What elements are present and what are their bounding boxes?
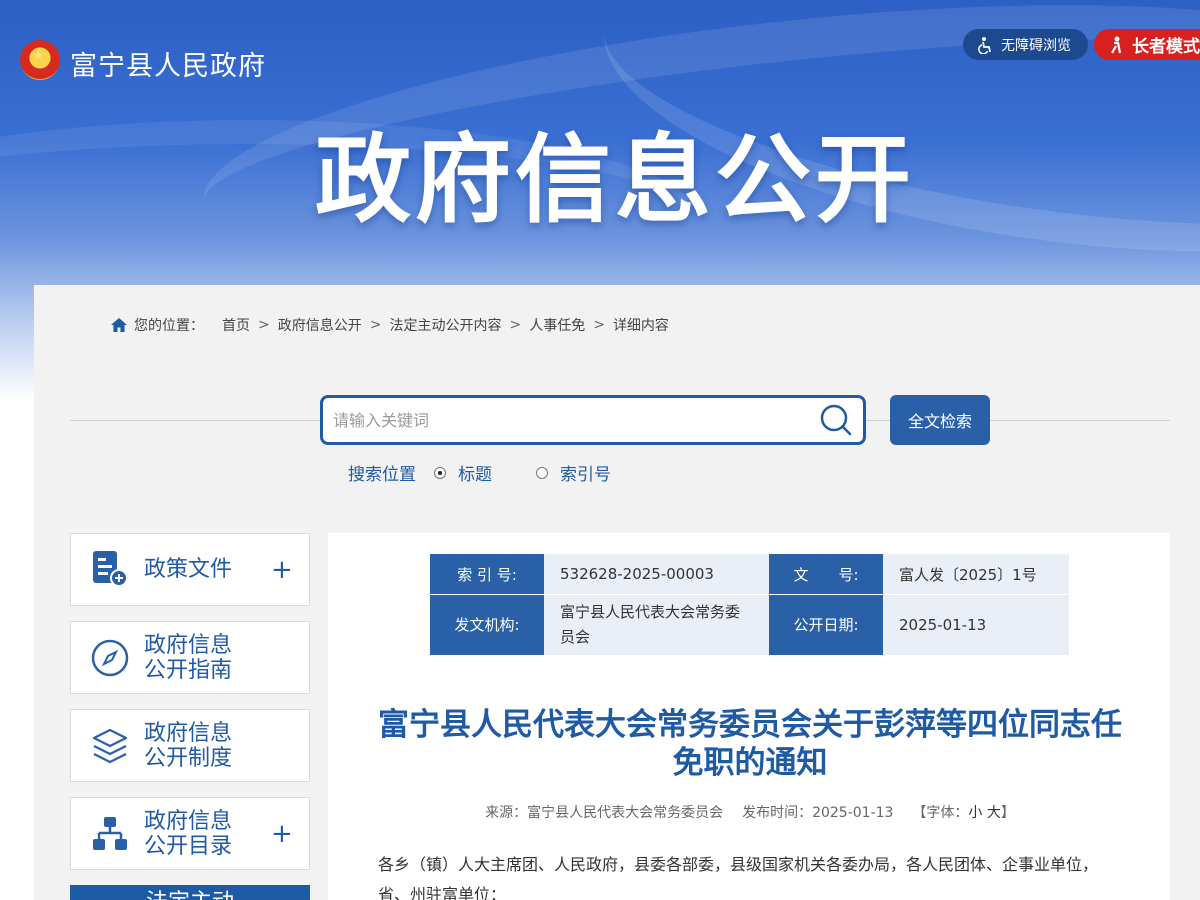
banner-title: 政府信息公开: [315, 124, 915, 236]
label-line1: 政府信息: [144, 632, 233, 658]
table-row: 发文机构: 富宁县人民代表大会常务委员会 公开日期: 2025-01-13: [430, 595, 1069, 655]
sidebar-item-label: 政府信息 公开制度: [144, 721, 232, 771]
scope-title-radio[interactable]: [434, 466, 446, 479]
article-meta: 来源：富宁县人民代表大会常务委员会 发布时间：2025-01-13 【字体：小 …: [370, 802, 1130, 822]
issuer-key: 发文机构:: [430, 595, 544, 655]
breadcrumb-personnel[interactable]: 人事任免: [529, 315, 585, 335]
body-paragraph: 省、州驻富单位：: [378, 885, 507, 900]
breadcrumb-statutory[interactable]: 法定主动公开内容: [389, 315, 501, 335]
sidebar-item-statutory-active[interactable]: 法定主动: [70, 885, 310, 900]
expand-plus-icon[interactable]: +: [271, 555, 293, 585]
search-icon[interactable]: [819, 403, 853, 437]
source-value: 富宁县人民代表大会常务委员会: [527, 805, 724, 821]
document-plus-icon: [93, 551, 128, 587]
font-large-button[interactable]: 大: [987, 805, 1001, 821]
breadcrumb-prefix: 您的位置：: [134, 318, 204, 334]
sidebar-item-label: 政策文件: [144, 557, 233, 582]
article-body: 各乡（镇）人大主席团、人民政府，县委各部委，县级国家机关各委办局，各人民团体、企…: [378, 850, 1118, 900]
table-row: 索 引 号: 532628-2025-00003 文 号: 富人发〔2025〕1…: [430, 554, 1069, 595]
sidebar-item-system[interactable]: 政府信息 公开制度: [70, 709, 310, 782]
index-key: 索 引 号:: [430, 554, 544, 595]
date-key: 公开日期:: [769, 595, 883, 655]
label-line2: 公开目录: [144, 833, 233, 859]
search-input[interactable]: [333, 406, 803, 434]
scope-index-radio[interactable]: [536, 466, 548, 479]
date-value: 2025-01-13: [883, 595, 1069, 655]
accessibility-label: 无障碍浏览: [1001, 37, 1071, 54]
sitemap-icon: [93, 817, 127, 850]
compass-icon: [91, 639, 129, 677]
font-small-button[interactable]: 小: [968, 805, 982, 821]
issuer-value: 富宁县人民代表大会常务委员会: [544, 595, 769, 655]
elder-icon: [1111, 36, 1122, 54]
home-icon: [111, 318, 127, 332]
source-label: 来源：: [485, 805, 528, 821]
document-meta-table: 索 引 号: 532628-2025-00003 文 号: 富人发〔2025〕1…: [430, 554, 1069, 655]
accessibility-button[interactable]: 无障碍浏览: [963, 29, 1088, 60]
sidebar-item-label: 政府信息 公开目录: [144, 809, 232, 859]
label-line1: 政府信息: [144, 720, 233, 746]
national-emblem-icon[interactable]: ★: [20, 40, 60, 80]
sidebar-item-catalog[interactable]: 政府信息 公开目录 +: [70, 797, 310, 870]
elder-mode-button[interactable]: 长者模式: [1094, 29, 1200, 60]
breadcrumb-separator: >: [258, 317, 270, 333]
publish-label: 发布时间：: [742, 805, 813, 821]
font-size-end: 】: [1000, 805, 1015, 821]
sidebar-item-guide[interactable]: 政府信息 公开指南: [70, 621, 310, 694]
font-size-label: 【字体：: [912, 805, 969, 821]
search-box: [320, 395, 866, 445]
search-scope-label: 搜索位置: [348, 465, 416, 485]
sidebar-item-label: 政府信息 公开指南: [144, 633, 232, 683]
breadcrumb-separator: >: [593, 317, 605, 333]
expand-plus-icon[interactable]: +: [271, 819, 293, 849]
breadcrumb-home[interactable]: 首页: [222, 315, 250, 335]
body-paragraph: 各乡（镇）人大主席团、人民政府，县委各部委，县级国家机关各委办局，各人民团体、企…: [378, 855, 1099, 874]
scope-title-label[interactable]: 标题: [458, 460, 492, 485]
breadcrumb: 您的位置： 首页 > 政府信息公开 > 法定主动公开内容 > 人事任免 > 详细…: [110, 315, 669, 335]
breadcrumb-current: 详细内容: [612, 318, 669, 334]
search-scope: 搜索位置 标题 索引号: [348, 460, 611, 485]
site-name[interactable]: 富宁县人民政府: [70, 44, 266, 83]
docno-value: 富人发〔2025〕1号: [883, 554, 1069, 595]
layers-icon: [92, 728, 128, 764]
docno-key: 文 号:: [769, 554, 883, 595]
index-value: 532628-2025-00003: [544, 554, 769, 595]
breadcrumb-separator: >: [509, 317, 522, 333]
publish-date: 2025-01-13: [812, 805, 894, 821]
article-title: 富宁县人民代表大会常务委员会关于彭萍等四位同志任免职的通知: [378, 707, 1122, 781]
label-line2: 公开制度: [144, 745, 233, 771]
accessibility-icon: [978, 36, 991, 54]
sidebar-item-policy-docs[interactable]: 政策文件 +: [70, 533, 310, 606]
label-line2: 公开指南: [144, 657, 233, 683]
elder-mode-label: 长者模式: [1132, 37, 1200, 57]
label-line1: 政府信息: [144, 808, 233, 834]
breadcrumb-separator: >: [369, 317, 382, 333]
breadcrumb-info-public[interactable]: 政府信息公开: [278, 315, 362, 335]
scope-index-label[interactable]: 索引号: [560, 460, 611, 485]
fulltext-search-button[interactable]: 全文检索: [890, 395, 990, 445]
